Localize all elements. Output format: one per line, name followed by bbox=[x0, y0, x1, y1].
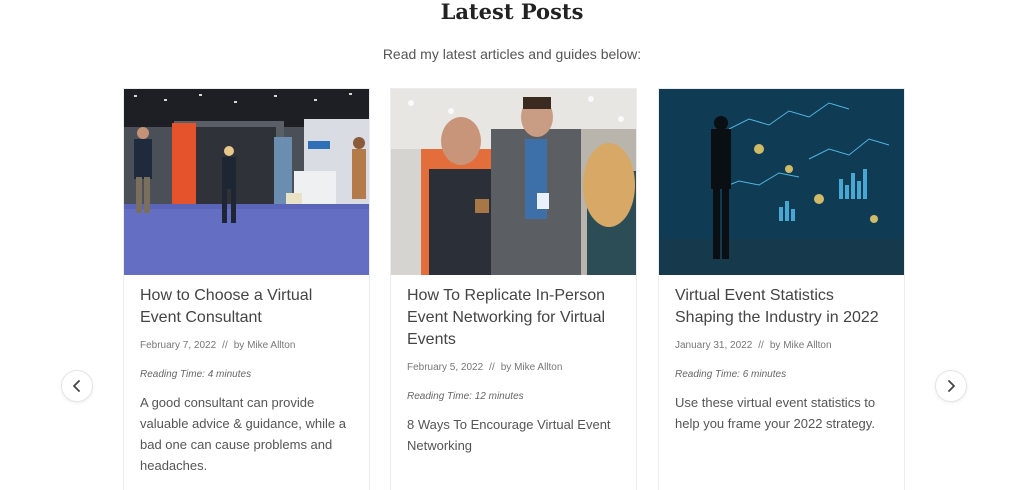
meta-separator: // bbox=[758, 340, 764, 351]
post-card: How to Choose a Virtual Event Consultant… bbox=[123, 88, 370, 490]
by-label: by bbox=[233, 340, 245, 351]
post-title-link[interactable]: How to Choose a Virtual Event Consultant bbox=[140, 285, 357, 329]
by-label: by bbox=[500, 362, 512, 373]
section-subtitle: Read my latest articles and guides below… bbox=[382, 46, 642, 62]
reading-time: Reading Time: 4 minutes bbox=[140, 369, 252, 380]
meta-separator: // bbox=[222, 340, 228, 351]
post-title-link[interactable]: Virtual Event Statistics Shaping the Ind… bbox=[675, 285, 892, 329]
post-title-link[interactable]: How To Replicate In-Person Event Network… bbox=[407, 285, 624, 351]
post-excerpt: Use these virtual event statistics to he… bbox=[675, 395, 876, 431]
section-title: Latest Posts bbox=[440, 0, 584, 24]
post-date: January 31, 2022 bbox=[675, 340, 753, 351]
post-thumbnail-trade-show-booth[interactable] bbox=[124, 89, 370, 275]
post-thumbnail-networking[interactable] bbox=[391, 89, 637, 275]
post-meta: February 5, 2022 // by Mike Allton bbox=[407, 361, 624, 375]
post-date: February 5, 2022 bbox=[407, 362, 484, 373]
chevron-left-icon bbox=[73, 380, 80, 392]
carousel-next-button[interactable] bbox=[935, 370, 967, 402]
post-excerpt: A good consultant can provide valuable a… bbox=[140, 395, 346, 473]
post-card: Virtual Event Statistics Shaping the Ind… bbox=[658, 88, 905, 490]
chevron-right-icon bbox=[948, 380, 955, 392]
post-thumbnail-data-wall[interactable] bbox=[659, 89, 905, 275]
author-link[interactable]: Mike Allton bbox=[514, 362, 562, 373]
reading-time: Reading Time: 6 minutes bbox=[675, 369, 787, 380]
reading-time: Reading Time: 12 minutes bbox=[407, 391, 524, 402]
author-link[interactable]: Mike Allton bbox=[247, 340, 295, 351]
meta-separator: // bbox=[489, 362, 495, 373]
post-meta: February 7, 2022 // by Mike Allton bbox=[140, 339, 357, 353]
post-card: How To Replicate In-Person Event Network… bbox=[390, 88, 637, 490]
post-date: February 7, 2022 bbox=[140, 340, 217, 351]
post-meta: January 31, 2022 // by Mike Allton bbox=[675, 339, 892, 353]
carousel-prev-button[interactable] bbox=[61, 370, 93, 402]
by-label: by bbox=[769, 340, 781, 351]
post-excerpt: 8 Ways To Encourage Virtual Event Networ… bbox=[407, 417, 611, 453]
author-link[interactable]: Mike Allton bbox=[783, 340, 831, 351]
